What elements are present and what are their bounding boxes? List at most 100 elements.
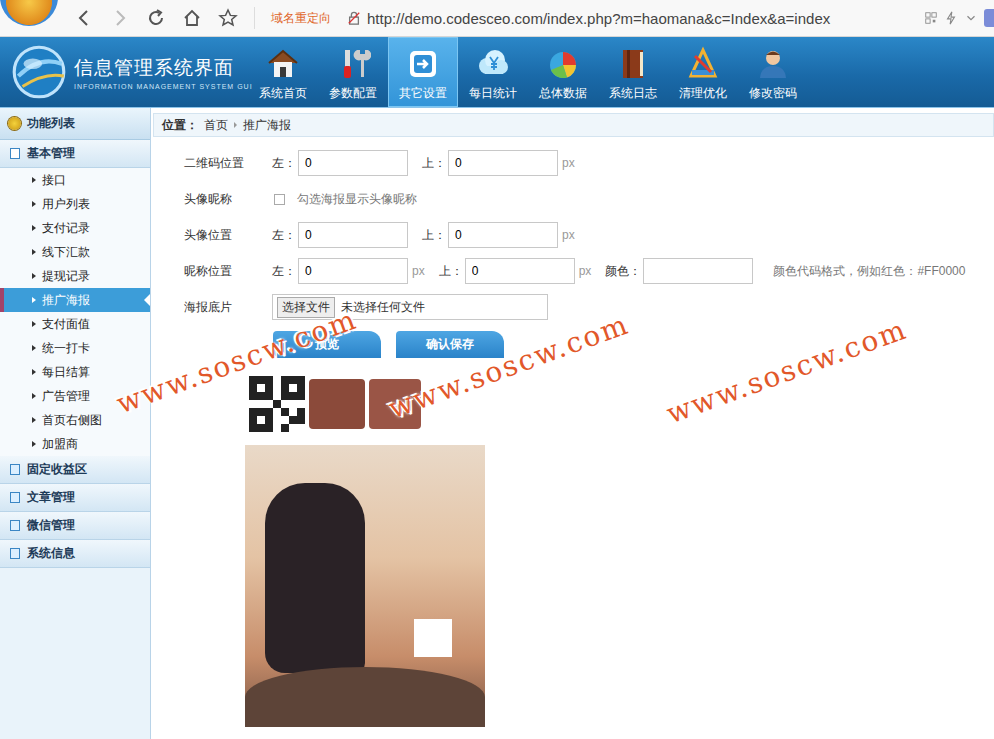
sidebar: 功能列表 基本管理 接口 用户列表 支付记录 线下汇款 提现记录 推广海报 支付… [0, 108, 151, 739]
action-button[interactable]: 确认保存 [396, 331, 504, 358]
sidebar-item[interactable]: 支付记录 [0, 216, 150, 240]
file-input[interactable]: 选择文件 未选择任何文件 [272, 294, 548, 320]
brand-mark-image [309, 379, 365, 429]
document-icon [10, 492, 20, 503]
document-icon [10, 148, 20, 159]
brand-mark-image [369, 379, 421, 429]
sidebar-item[interactable]: 加盟商 [0, 432, 150, 456]
sidebar-item[interactable]: 每日结算 [0, 360, 150, 384]
browser-logo-icon[interactable] [0, 0, 58, 26]
checkbox-label[interactable]: 勾选海报显示头像昵称 [297, 191, 417, 208]
arrow-icon [32, 249, 36, 255]
lightning-icon[interactable] [944, 11, 958, 25]
sidebar-item[interactable]: 支付面值 [0, 312, 150, 336]
breadcrumb-item[interactable]: 首页 [204, 117, 228, 134]
nav-item[interactable]: 总体数据 [528, 37, 598, 107]
sidebar-group[interactable]: 基本管理 [0, 140, 150, 168]
checkbox[interactable] [274, 194, 285, 205]
globe-logo-icon [8, 41, 70, 103]
browser-toolbar: 域名重定向 http://demo.codesceo.com/index.php… [0, 0, 994, 37]
sidebar-group[interactable]: 系统信息 [0, 540, 150, 568]
number-input[interactable] [298, 222, 408, 248]
nav-item[interactable]: 清理优化 [668, 37, 738, 107]
form-row: 二维码位置 左： 上： px [184, 145, 994, 181]
sidebar-item[interactable]: 推广海报 [0, 288, 150, 312]
workspace: 功能列表 基本管理 接口 用户列表 支付记录 线下汇款 提现记录 推广海报 支付… [0, 108, 994, 739]
number-input[interactable] [643, 258, 753, 284]
sidebar-group[interactable]: 微信管理 [0, 512, 150, 540]
breadcrumb: 位置： 首页 推广海报 [153, 113, 994, 137]
action-button[interactable]: 预览 [273, 331, 381, 358]
dropdown-icon[interactable] [964, 11, 978, 25]
sidebar-item[interactable]: 接口 [0, 168, 150, 192]
qr-code-icon [249, 376, 305, 432]
extension-icon[interactable] [984, 9, 994, 27]
nav-item[interactable]: 系统首页 [248, 37, 318, 107]
field-label: 二维码位置 [184, 155, 272, 172]
watermark: www.soscw.com [112, 303, 361, 421]
home-icon[interactable] [182, 8, 202, 28]
sidebar-item[interactable]: 首页右侧图 [0, 408, 150, 432]
sidebar-item[interactable]: 广告管理 [0, 384, 150, 408]
brand-logo-image [245, 371, 429, 437]
app-header: 信息管理系统界面 INFORMATION MANAGEMENT SYSTEM G… [0, 37, 994, 108]
selection-notch [144, 294, 150, 306]
sidebar-group[interactable]: 文章管理 [0, 484, 150, 512]
qr-placeholder [414, 619, 452, 657]
app-title: 信息管理系统界面 [74, 55, 253, 81]
back-icon[interactable] [74, 8, 94, 28]
field-label: 头像昵称 [184, 191, 272, 208]
arrow-icon [32, 345, 36, 351]
log-book-icon [615, 46, 651, 82]
form-row: 昵称位置 左： px上： px颜色： 颜色代码格式，例如红色：#FF0000 [184, 253, 994, 289]
nav-item[interactable]: 每日统计 [458, 37, 528, 107]
field-label: 昵称位置 [184, 263, 272, 280]
sidebar-item[interactable]: 线下汇款 [0, 240, 150, 264]
nav-item[interactable]: 参数配置 [318, 37, 388, 107]
star-icon[interactable] [218, 8, 238, 28]
collapse-circle-icon[interactable] [8, 117, 21, 130]
arrow-icon [32, 441, 36, 447]
cleanup-tools-icon [685, 46, 721, 82]
app-subtitle: INFORMATION MANAGEMENT SYSTEM GUI [74, 83, 253, 90]
arrow-icon [32, 201, 36, 207]
forward-icon[interactable] [110, 8, 130, 28]
poster-form: 二维码位置 左： 上： px 头像昵称 勾选海报显示头像昵称头像位置 左： 上：… [151, 137, 994, 358]
redirect-label: 域名重定向 [271, 10, 331, 27]
number-input[interactable] [448, 222, 558, 248]
user-icon [755, 46, 791, 82]
number-input[interactable] [465, 258, 575, 284]
color-hint: 颜色代码格式，例如红色：#FF0000 [773, 263, 965, 280]
arrow-icon [32, 273, 36, 279]
field-label: 头像位置 [184, 227, 272, 244]
top-nav: 系统首页 参数配置 其它设置 每日统计 总体数据 系统日志 清理优化 修改密码 [248, 37, 808, 107]
number-input[interactable] [298, 258, 408, 284]
arrow-icon [32, 417, 36, 423]
poster-image [245, 445, 485, 727]
sidebar-item[interactable]: 统一打卡 [0, 336, 150, 360]
rock-shape [245, 667, 485, 727]
document-icon [10, 548, 20, 559]
nav-item[interactable]: 修改密码 [738, 37, 808, 107]
nav-item[interactable]: 系统日志 [598, 37, 668, 107]
breadcrumb-item[interactable]: 推广海报 [243, 117, 291, 134]
field-label: 海报底片 [184, 299, 272, 316]
sidebar-item[interactable]: 提现记录 [0, 264, 150, 288]
watermark: www.soscw.com [384, 308, 633, 426]
arrow-icon [32, 297, 36, 303]
breadcrumb-separator-icon [234, 122, 237, 128]
address-bar[interactable]: http://demo.codesceo.com/index.php?m=hao… [367, 10, 830, 27]
poster-preview [151, 358, 994, 727]
tools-icon [335, 46, 371, 82]
insecure-lock-icon[interactable] [347, 11, 361, 25]
sidebar-item[interactable]: 用户列表 [0, 192, 150, 216]
choose-file-button[interactable]: 选择文件 [277, 297, 335, 318]
qr-grid-icon[interactable] [924, 11, 938, 25]
pie-chart-icon [545, 46, 581, 82]
number-input[interactable] [298, 150, 408, 176]
number-input[interactable] [448, 150, 558, 176]
nav-item[interactable]: 其它设置 [388, 37, 458, 107]
refresh-icon[interactable] [146, 8, 166, 28]
sidebar-group[interactable]: 固定收益区 [0, 456, 150, 484]
form-row: 头像昵称 勾选海报显示头像昵称 [184, 181, 994, 217]
